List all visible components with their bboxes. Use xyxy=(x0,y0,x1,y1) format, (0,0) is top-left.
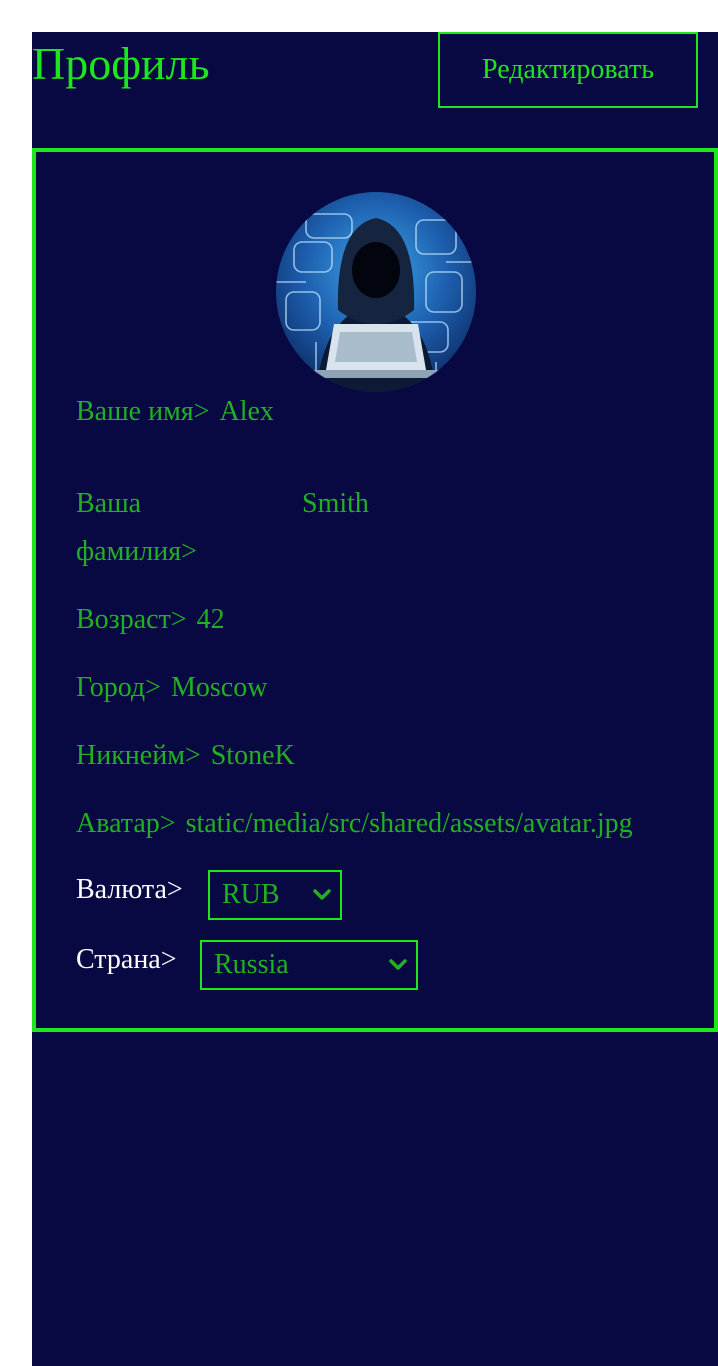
first-name-label: Ваше имя> xyxy=(76,396,210,427)
country-select-value: Russia xyxy=(214,949,289,980)
page-title: Профиль xyxy=(32,38,210,89)
chevron-down-icon xyxy=(389,959,407,970)
country-select[interactable]: Russia xyxy=(200,940,418,990)
nickname-label: Никнейм> xyxy=(76,740,201,771)
profile-card: Ваше имя> Alex Ваша фамилия> Smith Возрас… xyxy=(32,148,718,1032)
nickname-row: Никнейм> StoneK xyxy=(76,732,295,780)
age-value: 42 xyxy=(196,604,225,635)
last-name-value: Smith xyxy=(302,488,369,519)
avatar-path-value: static/media/src/shared/assets/avatar.jp… xyxy=(185,808,633,839)
city-label: Город> xyxy=(76,672,161,703)
currency-row: Валюта> RUB xyxy=(76,870,376,920)
country-row: Страна> Russia xyxy=(76,940,476,990)
avatar xyxy=(276,192,476,392)
currency-select-value: RUB xyxy=(222,879,280,910)
first-name-value: Alex xyxy=(219,396,274,427)
currency-label: Валюта> xyxy=(76,874,183,905)
chevron-down-icon xyxy=(313,889,331,900)
currency-select[interactable]: RUB xyxy=(208,870,342,920)
first-name-row: Ваше имя> Alex xyxy=(76,388,274,436)
avatar-path-row: Аватар> static/media/src/shared/assets/av… xyxy=(76,800,674,848)
country-label: Страна> xyxy=(76,944,177,975)
profile-page: Профиль Редактировать Ваше имя> Alex Ваш… xyxy=(32,32,718,1366)
city-row: Город> Moscow xyxy=(76,664,267,712)
age-row: Возраст> 42 xyxy=(76,596,225,644)
city-value: Moscow xyxy=(170,672,268,703)
age-label: Возраст> xyxy=(76,604,187,635)
avatar-path-label: Аватар> xyxy=(76,808,176,839)
last-name-label: Ваша фамилия> xyxy=(76,488,197,567)
edit-button[interactable]: Редактировать xyxy=(438,32,698,108)
nickname-value: StoneK xyxy=(210,740,295,771)
last-name-row: Ваша фамилия> Smith xyxy=(76,480,674,576)
